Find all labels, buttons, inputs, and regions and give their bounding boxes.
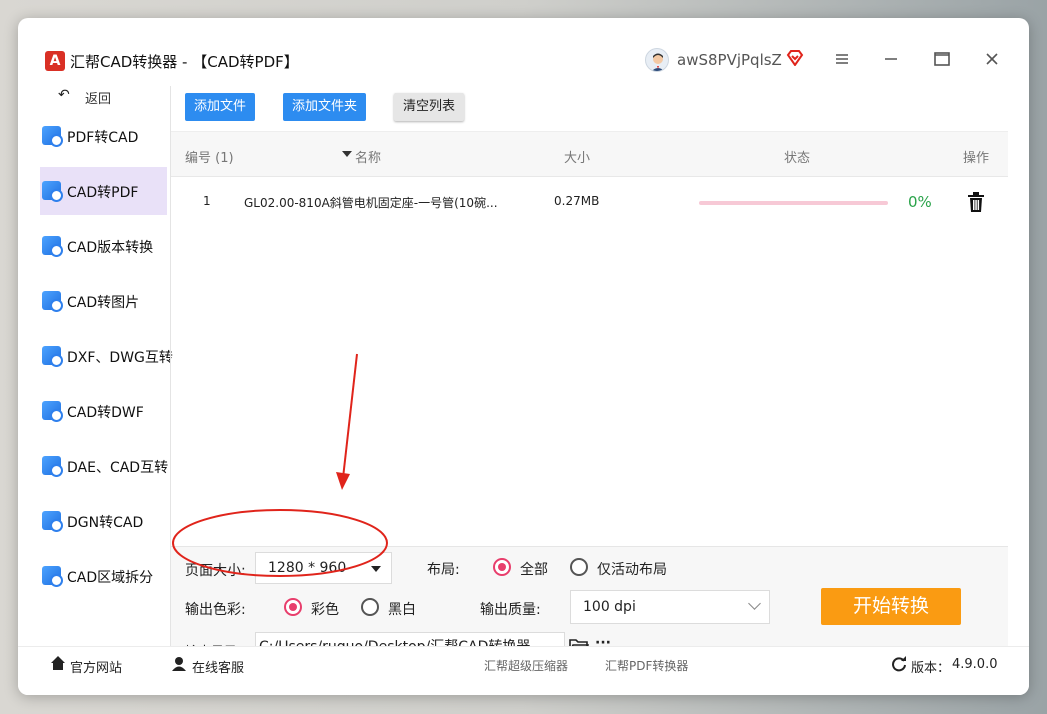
compressor-link[interactable]: 汇帮超级压缩器 <box>484 657 568 674</box>
layout-active-label[interactable]: 仅活动布局 <box>597 559 667 579</box>
pdf-to-cad-icon <box>42 126 63 147</box>
cad-to-image-icon <box>42 291 63 312</box>
progress-percent: 0% <box>908 193 932 211</box>
quality-select[interactable]: 100 dpi <box>570 590 770 624</box>
quality-label: 输出质量: <box>480 602 541 618</box>
cad-version-icon <box>42 236 63 257</box>
column-name[interactable]: 名称 <box>355 147 381 166</box>
maximize-icon[interactable] <box>931 48 953 70</box>
color-bw-radio[interactable] <box>361 598 379 616</box>
sidebar-item-label: CAD转图片 <box>67 295 140 311</box>
refresh-icon[interactable] <box>891 656 907 672</box>
sidebar-item-dxf-dwg[interactable]: DXF、DWG互转 <box>40 332 173 380</box>
column-status: 状态 <box>784 151 811 166</box>
add-file-button[interactable]: 添加文件 <box>185 93 256 121</box>
sidebar-item-label: DAE、CAD互转 <box>67 460 169 476</box>
footer-bar: 官方网站 在线客服 汇帮超级压缩器 汇帮PDF转换器 版本： 4.9.0.0 <box>18 646 1029 695</box>
column-size[interactable]: 大小 <box>564 147 590 166</box>
back-button[interactable]: 返回 <box>85 88 111 107</box>
column-action: 操作 <box>963 151 990 166</box>
home-icon[interactable] <box>50 655 66 671</box>
chevron-down-icon <box>748 597 761 610</box>
cad-split-icon <box>42 566 63 587</box>
menu-icon[interactable] <box>831 48 853 70</box>
row-file-size: 0.27MB <box>554 194 600 208</box>
sidebar-item-label: CAD版本转换 <box>67 240 154 256</box>
color-color-label[interactable]: 彩色 <box>311 599 339 619</box>
color-label: 输出色彩: <box>185 602 246 618</box>
app-title: 汇帮CAD转换器 - 【CAD转PDF】 <box>70 53 299 71</box>
layout-all-radio[interactable] <box>493 558 511 576</box>
avatar[interactable] <box>645 48 669 72</box>
sidebar-item-label: CAD转DWF <box>67 405 144 421</box>
sidebar-item-dae-cad[interactable]: DAE、CAD互转 <box>40 442 169 490</box>
sidebar-item-label: DGN转CAD <box>67 515 144 531</box>
version-label: 版本： <box>911 661 951 676</box>
sort-desc-icon[interactable] <box>342 151 352 157</box>
cad-to-pdf-icon <box>42 181 63 202</box>
sidebar-item-label: DXF、DWG互转 <box>67 350 173 366</box>
version-number: 4.9.0.0 <box>952 657 998 672</box>
app-logo-icon: A <box>45 51 65 71</box>
dgn-to-cad-icon <box>42 511 63 532</box>
quality-value: 100 dpi <box>583 599 636 615</box>
layout-all-label[interactable]: 全部 <box>520 559 548 579</box>
cad-to-dwf-icon <box>42 401 63 422</box>
sidebar-item-cad-to-dwf[interactable]: CAD转DWF <box>40 387 167 435</box>
online-service-link[interactable]: 在线客服 <box>192 657 244 676</box>
pdf-converter-link[interactable]: 汇帮PDF转换器 <box>605 657 688 674</box>
minimize-icon[interactable] <box>880 48 902 70</box>
start-convert-button[interactable]: 开始转换 <box>821 588 961 625</box>
app-window: A 汇帮CAD转换器 - 【CAD转PDF】 awS8PVjPqlsZ ↶ 返回… <box>18 18 1029 695</box>
sidebar-item-pdf-to-cad[interactable]: PDF转CAD <box>40 112 167 160</box>
sidebar-item-label: CAD转PDF <box>67 185 139 201</box>
add-folder-button[interactable]: 添加文件夹 <box>283 93 367 121</box>
dxf-dwg-icon <box>42 346 63 367</box>
layout-active-radio[interactable] <box>570 558 588 576</box>
sidebar-item-cad-to-pdf[interactable]: CAD转PDF <box>40 167 167 215</box>
sidebar-item-cad-split[interactable]: CAD区域拆分 <box>40 552 167 600</box>
layout-label: 布局: <box>427 562 460 578</box>
table-row[interactable]: 1 GL02.00-810A斜管电机固定座-一号管(10碗... 0.27MB … <box>171 177 1008 227</box>
title-bar: A 汇帮CAD转换器 - 【CAD转PDF】 awS8PVjPqlsZ <box>18 18 1029 86</box>
delete-icon[interactable] <box>967 192 985 212</box>
dae-cad-icon <box>42 456 63 477</box>
table-header: 编号 (1) 名称 大小 状态 操作 <box>171 131 1008 177</box>
sidebar-item-label: CAD区域拆分 <box>67 570 154 586</box>
column-index[interactable]: 编号 (1) <box>185 147 234 166</box>
progress-bar <box>699 201 888 205</box>
support-icon[interactable] <box>171 655 187 671</box>
clear-list-button[interactable]: 清空列表 <box>394 93 465 121</box>
sidebar-item-cad-to-image[interactable]: CAD转图片 <box>40 277 167 325</box>
color-bw-label[interactable]: 黑白 <box>388 599 416 619</box>
row-file-name: GL02.00-810A斜管电机固定座-一号管(10碗... <box>244 196 498 210</box>
color-color-radio[interactable] <box>284 598 302 616</box>
vip-badge-icon[interactable] <box>786 50 804 66</box>
close-icon[interactable] <box>981 48 1003 70</box>
user-name[interactable]: awS8PVjPqlsZ <box>677 51 782 69</box>
row-index: 1 <box>203 194 211 208</box>
sidebar-item-dgn-to-cad[interactable]: DGN转CAD <box>40 497 167 545</box>
sidebar-item-label: PDF转CAD <box>67 130 139 146</box>
official-website-link[interactable]: 官方网站 <box>70 657 122 676</box>
annotation-ellipse <box>172 509 388 577</box>
back-icon[interactable]: ↶ <box>58 87 70 103</box>
sidebar-item-cad-version[interactable]: CAD版本转换 <box>40 222 167 270</box>
